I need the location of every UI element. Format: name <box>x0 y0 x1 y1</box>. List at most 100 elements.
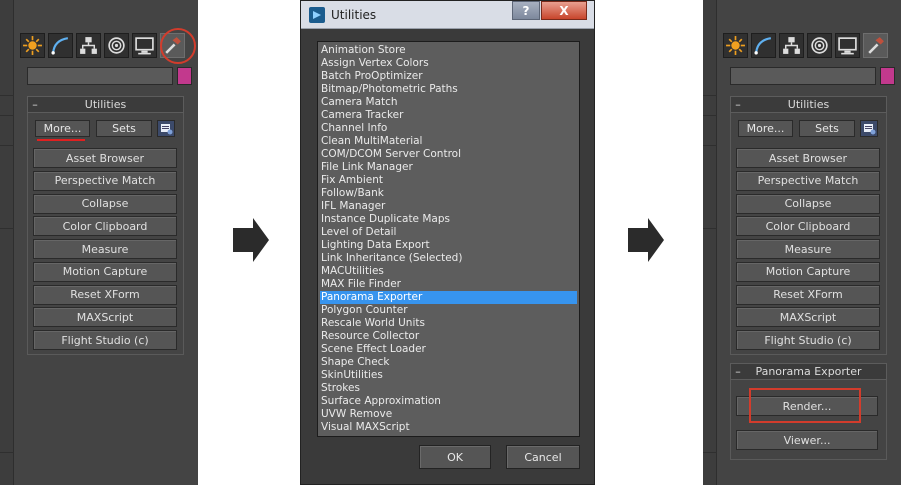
panorama-rollout-header[interactable]: – Panorama Exporter <box>730 363 887 380</box>
utility-button-measure[interactable]: Measure <box>736 239 880 259</box>
object-name-field[interactable] <box>730 67 876 85</box>
list-item[interactable]: Fix Ambient <box>320 174 577 187</box>
cancel-button[interactable]: Cancel <box>506 445 580 469</box>
strip-divider <box>703 145 717 146</box>
list-item[interactable]: Bitmap/Photometric Paths <box>320 83 577 96</box>
utility-button-flight-studio-c[interactable]: Flight Studio (c) <box>736 330 880 350</box>
utility-button-perspective-match[interactable]: Perspective Match <box>33 170 177 191</box>
utility-button-maxscript[interactable]: MAXScript <box>33 307 177 328</box>
list-item[interactable]: Batch ProOptimizer <box>320 70 577 83</box>
list-item[interactable]: Follow/Bank <box>320 187 577 200</box>
list-item[interactable]: Assign Vertex Colors <box>320 57 577 70</box>
list-item[interactable]: Resource Collector <box>320 330 577 343</box>
utility-button-asset-browser[interactable]: Asset Browser <box>33 148 177 168</box>
utility-button-motion-capture[interactable]: Motion Capture <box>736 261 880 282</box>
ok-button[interactable]: OK <box>419 445 491 469</box>
list-item[interactable]: SkinUtilities <box>320 369 577 382</box>
object-color-swatch[interactable] <box>177 67 192 85</box>
tab-hierarchy[interactable] <box>76 33 101 58</box>
create-icon <box>726 36 745 55</box>
list-item[interactable]: MACUtilities <box>320 265 577 278</box>
sets-button[interactable]: Sets <box>96 120 152 137</box>
motion-icon <box>108 37 125 54</box>
utility-button-motion-capture[interactable]: Motion Capture <box>33 261 177 282</box>
utility-button-color-clipboard[interactable]: Color Clipboard <box>33 216 177 237</box>
configure-button-sets[interactable] <box>157 120 175 137</box>
tab-modify[interactable] <box>48 33 73 58</box>
list-item[interactable]: Surface Approximation <box>320 395 577 408</box>
dialog-title: Utilities <box>331 7 377 22</box>
highlight-underline <box>37 139 85 141</box>
highlight-box <box>749 388 861 423</box>
viewport-edge <box>703 0 717 485</box>
list-item[interactable]: Shape Check <box>320 356 577 369</box>
list-item[interactable]: Lighting Data Export <box>320 239 577 252</box>
highlight-circle <box>160 28 196 64</box>
more-button[interactable]: More... <box>738 120 793 137</box>
utility-button-reset-xform[interactable]: Reset XForm <box>33 284 177 305</box>
list-item[interactable]: Channel Info <box>320 122 577 135</box>
more-button[interactable]: More... <box>35 120 90 137</box>
sets-button[interactable]: Sets <box>799 120 855 137</box>
tab-create[interactable] <box>20 33 45 58</box>
collapse-icon: – <box>735 98 741 111</box>
close-icon: X <box>559 3 569 18</box>
strip-divider <box>0 228 14 229</box>
utility-button-measure[interactable]: Measure <box>33 239 177 259</box>
tab-modify[interactable] <box>751 33 776 58</box>
viewer-button[interactable]: Viewer... <box>736 430 878 450</box>
hierarchy-icon <box>80 37 97 54</box>
stage: – Utilities More... Sets Asset Browser Pe… <box>0 0 901 485</box>
list-item[interactable]: COM/DCOM Server Control <box>320 148 577 161</box>
utility-button-perspective-match[interactable]: Perspective Match <box>736 170 880 191</box>
arrow-right-icon <box>233 218 269 262</box>
command-panel-left: – Utilities More... Sets Asset Browser Pe… <box>0 0 198 485</box>
list-item[interactable]: Camera Tracker <box>320 109 577 122</box>
close-button[interactable]: X <box>541 1 587 20</box>
list-item[interactable]: Scene Effect Loader <box>320 343 577 356</box>
utility-button-collapse[interactable]: Collapse <box>33 193 177 214</box>
tab-utilities[interactable] <box>863 33 888 58</box>
list-item[interactable]: Rescale World Units <box>320 317 577 330</box>
list-item[interactable]: Link Inheritance (Selected) <box>320 252 577 265</box>
configure-button-sets[interactable] <box>860 120 878 137</box>
utility-button-flight-studio-c[interactable]: Flight Studio (c) <box>33 330 177 350</box>
tab-motion[interactable] <box>104 33 129 58</box>
utility-button-maxscript[interactable]: MAXScript <box>736 307 880 328</box>
list-item[interactable]: Visual MAXScript <box>320 421 577 434</box>
list-item[interactable]: Clean MultiMaterial <box>320 135 577 148</box>
tab-motion[interactable] <box>807 33 832 58</box>
utilities-rollout-header[interactable]: – Utilities <box>27 96 184 113</box>
tab-hierarchy[interactable] <box>779 33 804 58</box>
list-item[interactable]: Level of Detail <box>320 226 577 239</box>
object-color-swatch[interactable] <box>880 67 895 85</box>
list-item[interactable]: Instance Duplicate Maps <box>320 213 577 226</box>
utility-button-color-clipboard[interactable]: Color Clipboard <box>736 216 880 237</box>
command-tabs <box>723 33 888 61</box>
utilities-listbox[interactable]: Animation Store Assign Vertex Colors Batch… <box>317 41 580 437</box>
display-icon <box>838 37 857 55</box>
utility-button-asset-browser[interactable]: Asset Browser <box>736 148 880 168</box>
utility-button-collapse[interactable]: Collapse <box>736 193 880 214</box>
list-item[interactable]: Strokes <box>320 382 577 395</box>
utilities-dialog: Utilities ? X Animation Store Assign Vert… <box>300 0 595 485</box>
list-item[interactable]: Polygon Counter <box>320 304 577 317</box>
tab-display[interactable] <box>835 33 860 58</box>
strip-divider <box>703 115 717 116</box>
list-item[interactable]: Panorama Exporter <box>320 291 577 304</box>
list-item[interactable]: MAX File Finder <box>320 278 577 291</box>
tab-create[interactable] <box>723 33 748 58</box>
panorama-rollout-title: Panorama Exporter <box>755 365 862 378</box>
utilities-rollout-header[interactable]: – Utilities <box>730 96 887 113</box>
list-item[interactable]: IFL Manager <box>320 200 577 213</box>
utility-button-reset-xform[interactable]: Reset XForm <box>736 284 880 305</box>
list-item[interactable]: Camera Match <box>320 96 577 109</box>
help-button[interactable]: ? <box>512 1 540 20</box>
object-name-field[interactable] <box>27 67 173 85</box>
collapse-icon: – <box>32 98 38 111</box>
tab-display[interactable] <box>132 33 157 58</box>
list-item[interactable]: File Link Manager <box>320 161 577 174</box>
list-item[interactable]: Animation Store <box>320 44 577 57</box>
rollout-title: Utilities <box>787 98 830 111</box>
list-item[interactable]: UVW Remove <box>320 408 577 421</box>
